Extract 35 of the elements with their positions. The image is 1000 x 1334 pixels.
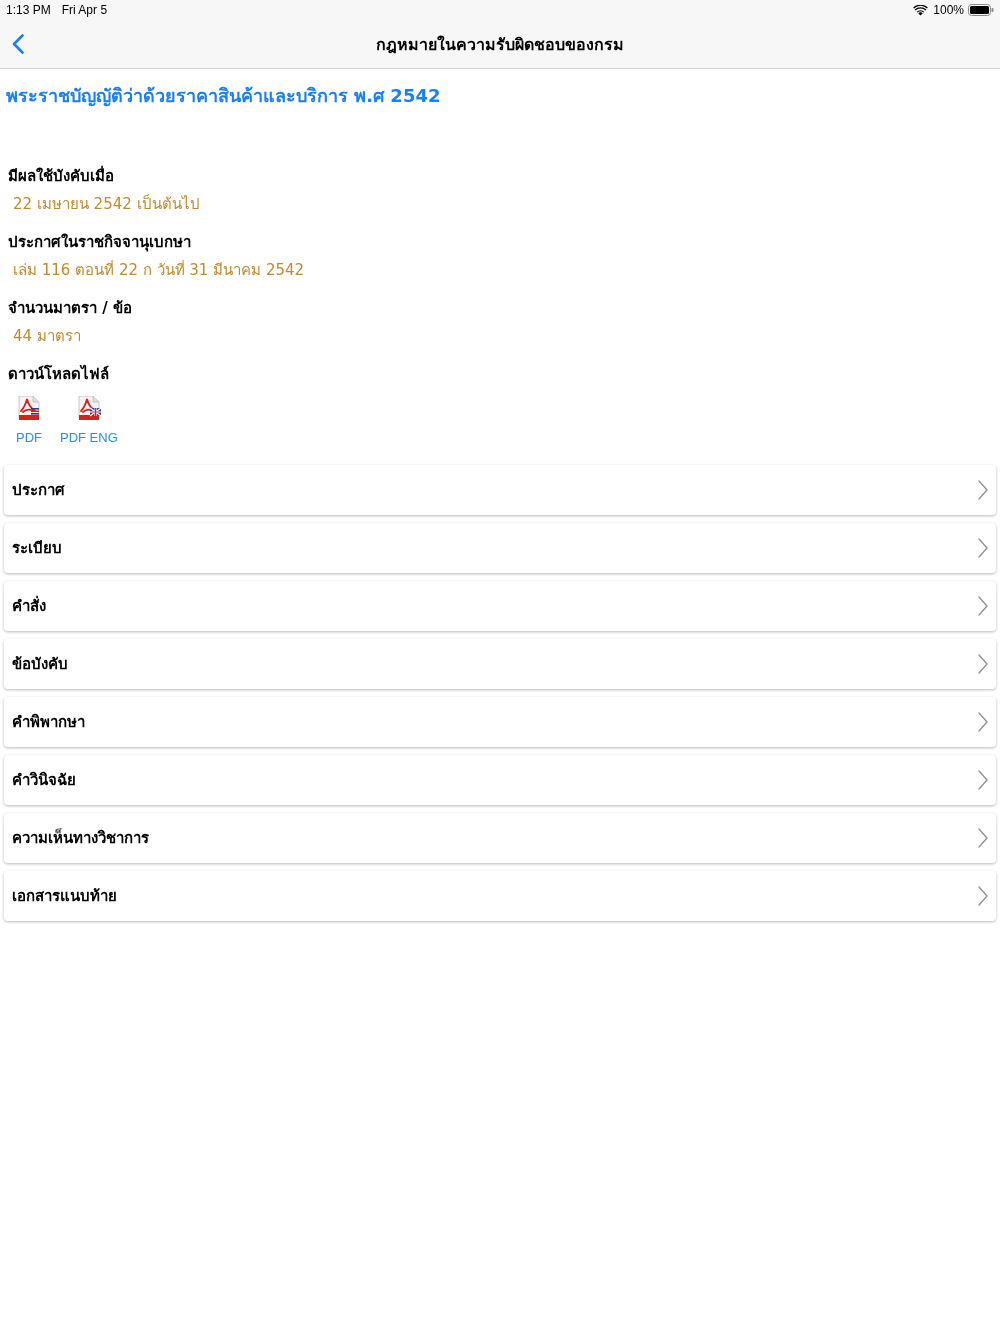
field-value: 44 มาตรา — [13, 326, 81, 347]
chevron-right-icon — [978, 654, 988, 674]
field-label: มีผลใช้บังคับเมื่อ — [8, 164, 114, 187]
chevron-right-icon — [978, 712, 988, 732]
pdf-download-button[interactable]: PDF ENG — [60, 396, 118, 445]
menu-row[interactable]: ข้อบังคับ — [4, 639, 996, 689]
menu-row[interactable]: ความเห็นทางวิชาการ — [4, 813, 996, 863]
chevron-right-icon — [978, 886, 988, 906]
pdf-flag-icon — [76, 396, 101, 420]
law-title-link[interactable]: พระราชบัญญัติว่าด้วยราคาสินค้าและบริการ พ.ศ 2542 — [6, 81, 441, 110]
download-label: ดาวน์โหลดไฟล์ — [8, 363, 109, 385]
field-label: ประกาศในราชกิจจานุเบกษา — [8, 232, 191, 254]
chevron-right-icon — [978, 538, 988, 558]
field-value: 22 เมษายน 2542 เป็นต้นไป — [13, 193, 200, 215]
field-label: จำนวนมาตรา / ข้อ — [8, 298, 132, 319]
pdf-download-button[interactable]: PDF — [16, 396, 42, 445]
status-time: 1:13 PM — [6, 3, 51, 17]
chevron-right-icon — [978, 480, 988, 500]
nav-title: กฎหมายในความรับผิดชอบของกรม — [376, 33, 624, 56]
menu-row[interactable]: เอกสารแนบท้าย — [4, 871, 996, 921]
field-value: เล่ม 116 ตอนที่ 22 ก วันที่ 31 มีนาคม 2542 — [13, 259, 305, 281]
back-chevron-icon — [12, 34, 24, 54]
chevron-right-icon — [978, 828, 988, 848]
chevron-right-icon — [978, 596, 988, 616]
wifi-icon — [913, 4, 929, 16]
menu-row[interactable]: ระเบียบ — [4, 523, 996, 573]
menu-row[interactable]: ประกาศ — [4, 465, 996, 515]
menu-row[interactable]: คำสั่ง — [4, 581, 996, 631]
battery-percent: 100% — [933, 3, 964, 17]
status-date: Fri Apr 5 — [61, 3, 108, 17]
menu-row[interactable]: คำวินิจฉัย — [4, 755, 996, 805]
pdf-file-icon — [17, 396, 41, 420]
battery-icon — [968, 4, 994, 16]
chevron-right-icon — [978, 770, 988, 790]
menu-row[interactable]: คำพิพากษา — [4, 697, 996, 747]
